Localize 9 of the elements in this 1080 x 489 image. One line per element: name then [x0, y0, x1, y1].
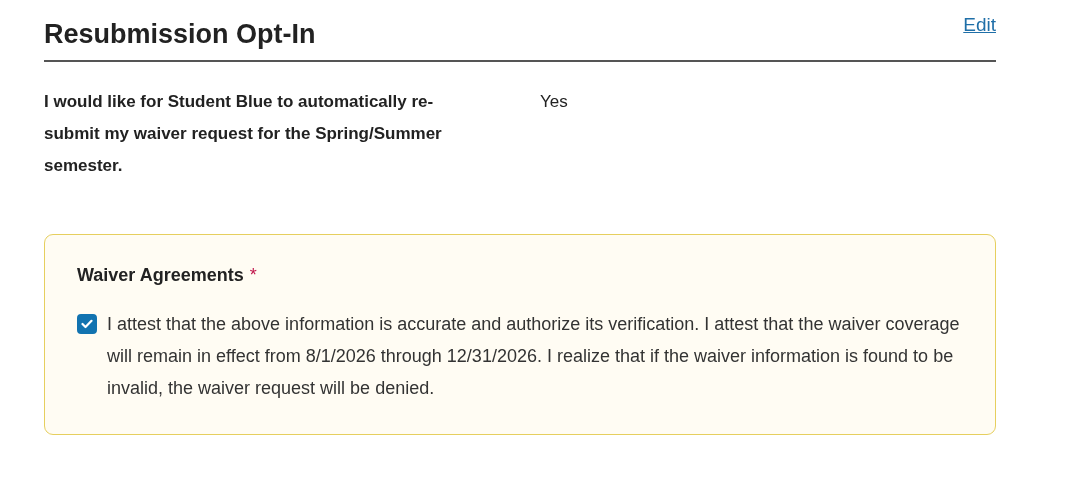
required-mark: * [249, 265, 257, 286]
answer-value: Yes [540, 91, 568, 113]
edit-link[interactable]: Edit [963, 14, 996, 36]
question-label: I would like for Student Blue to automatically re-submit my waiver request for the Spring/Summer semester. [44, 91, 443, 177]
agreement-text: I attest that the above information is accurate and authorize its verification. I attest that the waiver coverage will remain in effect from 8/1/2026 through 12/31/2026. I realize that if the waiver information is found to be invalid, the waiver request will be denied. [107, 313, 961, 400]
section-title: Resubmission Opt-In [44, 19, 316, 50]
check-icon [81, 319, 93, 329]
checkbox[interactable] [77, 314, 97, 334]
agreements-heading: Waiver Agreements [77, 265, 244, 286]
